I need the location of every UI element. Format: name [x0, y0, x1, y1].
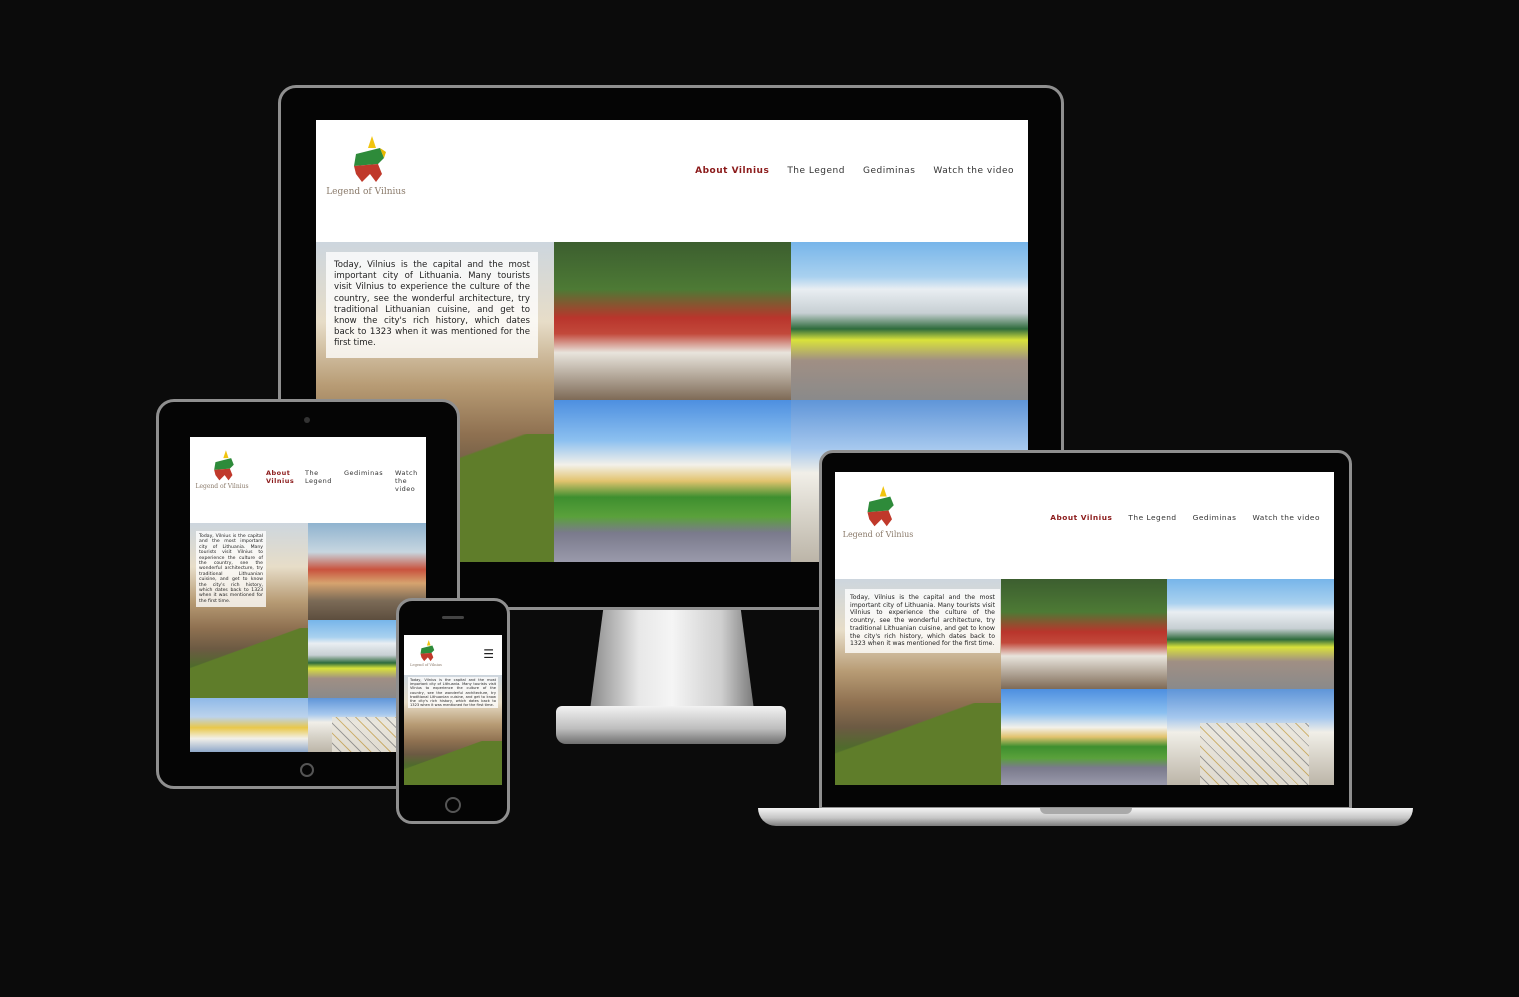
wolf-logo-icon	[214, 450, 234, 481]
intro-text: Today, Vilnius is the capital and the mo…	[845, 589, 1000, 653]
photo-marathon	[1167, 579, 1334, 689]
phone-speaker	[442, 616, 464, 619]
tablet-nav: About Vilnius The Legend Gediminas Watch…	[266, 469, 419, 493]
intro-text: Today, Vilnius is the capital and the mo…	[196, 531, 266, 608]
hamburger-menu-icon[interactable]: ☰	[483, 647, 494, 661]
nav-watch-video[interactable]: Watch the video	[1252, 513, 1320, 522]
tablet-header: Legend of Vilnius About Vilnius The Lege…	[190, 437, 426, 523]
wolf-logo-icon	[354, 136, 386, 182]
photo-church	[554, 242, 791, 400]
photo-church	[1001, 579, 1167, 689]
wolf-logo-icon	[420, 640, 435, 662]
photo-church-yellow	[190, 698, 308, 752]
tablet-logo[interactable]: Legend of Vilnius	[195, 449, 249, 490]
nav-about-vilnius[interactable]: About Vilnius	[695, 166, 769, 176]
logo-text: Legend of Vilnius	[195, 483, 249, 490]
logo-text: Legend of Vilnius	[410, 663, 442, 667]
phone-logo[interactable]: Legend of Vilnius	[406, 639, 446, 667]
laptop-screen: Legend of Vilnius About Vilnius The Lege…	[835, 472, 1334, 785]
photo-street	[1001, 689, 1167, 785]
phone-home-button[interactable]	[445, 797, 461, 813]
laptop-device: Legend of Vilnius About Vilnius The Lege…	[819, 450, 1352, 810]
phone-device: Legend of Vilnius ☰ Today, Vilnius is th…	[396, 598, 510, 824]
desktop-logo[interactable]: Legend of Vilnius	[326, 134, 406, 197]
phone-header: Legend of Vilnius ☰	[404, 635, 502, 675]
tablet-photo-grid: Today, Vilnius is the capital and the mo…	[190, 523, 426, 752]
phone-screen: Legend of Vilnius ☰ Today, Vilnius is th…	[404, 635, 502, 785]
laptop-photo-grid: Today, Vilnius is the capital and the mo…	[835, 579, 1334, 785]
nav-watch-video[interactable]: Watch the video	[933, 166, 1014, 176]
phone-photo-grid: Today, Vilnius is the capital and the mo…	[404, 675, 502, 785]
laptop-nav: About Vilnius The Legend Gediminas Watch…	[1050, 513, 1320, 522]
nav-gediminas[interactable]: Gediminas	[1193, 513, 1237, 522]
tablet-home-button[interactable]	[300, 763, 314, 777]
nav-the-legend[interactable]: The Legend	[787, 166, 845, 176]
desktop-nav: About Vilnius The Legend Gediminas Watch…	[695, 166, 1014, 176]
wolf-logo-icon	[867, 486, 894, 527]
tablet-screen: Legend of Vilnius About Vilnius The Lege…	[190, 437, 426, 752]
laptop-notch	[1040, 808, 1132, 814]
tablet-camera	[304, 417, 310, 423]
photo-street	[554, 400, 791, 562]
monitor-base	[556, 706, 786, 744]
nav-about-vilnius[interactable]: About Vilnius	[1050, 513, 1112, 522]
photo-marathon	[791, 242, 1028, 400]
intro-text: Today, Vilnius is the capital and the mo…	[326, 252, 538, 358]
nav-gediminas[interactable]: Gediminas	[344, 469, 383, 493]
logo-text: Legend of Vilnius	[842, 530, 914, 539]
nav-watch-video[interactable]: Watch the video	[395, 469, 419, 493]
logo-text: Legend of Vilnius	[326, 187, 406, 197]
nav-the-legend[interactable]: The Legend	[305, 469, 331, 493]
nav-the-legend[interactable]: The Legend	[1128, 513, 1176, 522]
intro-text: Today, Vilnius is the capital and the mo…	[408, 677, 498, 709]
laptop-header: Legend of Vilnius About Vilnius The Lege…	[835, 472, 1334, 579]
nav-about-vilnius[interactable]: About Vilnius	[266, 469, 294, 493]
nav-gediminas[interactable]: Gediminas	[863, 166, 915, 176]
photo-street-art	[1167, 689, 1334, 785]
laptop-logo[interactable]: Legend of Vilnius	[843, 484, 913, 539]
monitor-stand	[590, 610, 754, 710]
desktop-header: Legend of Vilnius About Vilnius The Lege…	[316, 120, 1028, 242]
